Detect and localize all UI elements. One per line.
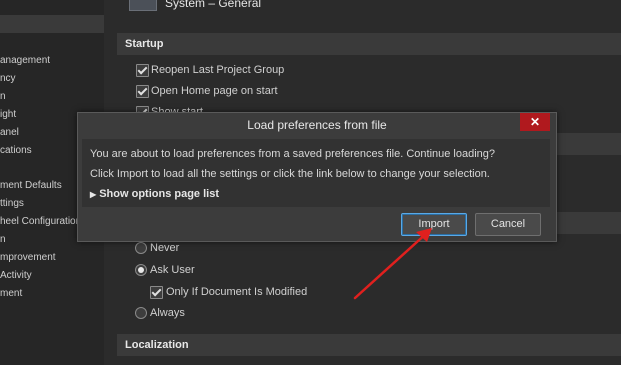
cancel-button[interactable]: Cancel	[475, 213, 541, 236]
sidebar-item[interactable]: n	[0, 91, 6, 102]
sidebar-item[interactable]: Activity	[0, 270, 32, 281]
reload-always-label: Always	[150, 307, 185, 319]
sidebar-item[interactable]: ment	[0, 288, 22, 299]
sidebar-item[interactable]: ttings	[0, 198, 24, 209]
sidebar-item[interactable]: mprovement	[0, 252, 56, 263]
system-general-icon	[129, 0, 157, 11]
reload-never-label: Never	[150, 242, 180, 254]
reopen-last-project-group-checkbox[interactable]	[136, 64, 149, 77]
sidebar-item[interactable]: cations	[0, 145, 32, 156]
reload-never-radio[interactable]	[135, 242, 147, 254]
startup-section-title: Startup	[125, 38, 164, 50]
sidebar-item[interactable]: ight	[0, 109, 16, 120]
sidebar-selected-band	[0, 15, 104, 33]
sidebar-item[interactable]: anagement	[0, 55, 50, 66]
reopen-last-project-group-label: Reopen Last Project Group	[151, 64, 285, 76]
startup-section-header: Startup	[117, 33, 621, 55]
sidebar-item[interactable]: ment Defaults	[0, 180, 62, 191]
dialog-message-continue: You are about to load preferences from a…	[90, 148, 496, 160]
sidebar-item[interactable]: ncy	[0, 73, 16, 84]
reload-ask-user-radio[interactable]	[135, 264, 147, 276]
show-options-page-list-label: Show options page list	[99, 188, 219, 200]
open-home-page-checkbox[interactable]	[136, 85, 149, 98]
only-if-modified-checkbox[interactable]	[150, 286, 163, 299]
expand-triangle-icon: ▶	[90, 190, 97, 199]
open-home-page-label: Open Home page on start	[151, 85, 278, 97]
sidebar-item[interactable]: anel	[0, 127, 19, 138]
show-options-page-list-link[interactable]: ▶ Show options page list	[90, 188, 219, 200]
sidebar-item[interactable]: n	[0, 234, 6, 245]
dialog-message-instructions: Click Import to load all the settings or…	[90, 168, 490, 180]
page-title: System – General	[165, 0, 262, 10]
load-preferences-dialog: Load preferences from file ✕ You are abo…	[77, 112, 557, 242]
reload-always-radio[interactable]	[135, 307, 147, 319]
import-button[interactable]: Import	[401, 213, 467, 236]
reload-ask-user-label: Ask User	[150, 264, 195, 276]
only-if-modified-label: Only If Document Is Modified	[166, 286, 308, 298]
close-icon[interactable]: ✕	[520, 113, 550, 131]
localization-section-title: Localization	[125, 339, 189, 351]
localization-section-header: Localization	[117, 334, 621, 356]
dialog-body: You are about to load preferences from a…	[82, 139, 550, 207]
sidebar-item[interactable]: heel Configuration	[0, 216, 81, 227]
dialog-title: Load preferences from file	[247, 118, 387, 132]
